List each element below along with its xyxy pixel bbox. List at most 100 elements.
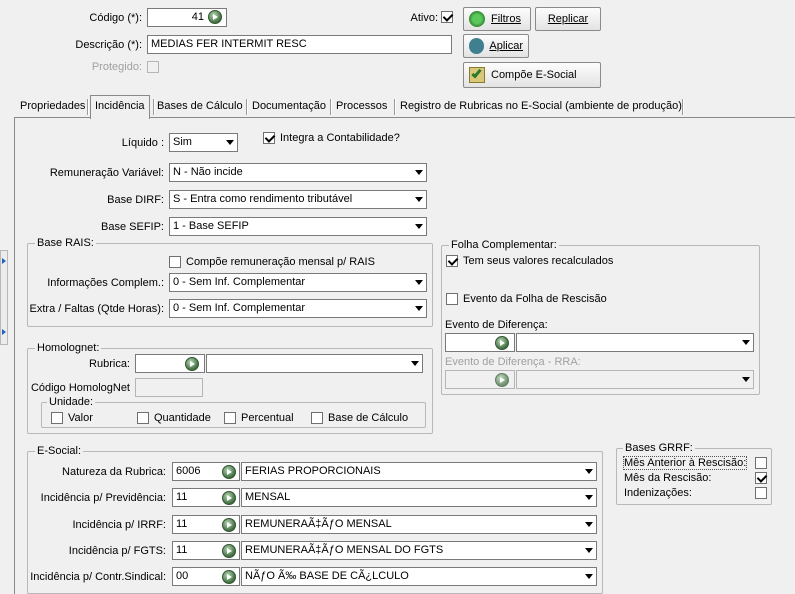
chevron-down-icon — [742, 377, 750, 382]
esocial-desc-select[interactable]: REMUNERAÃ‡ÃƒO MENSAL DO FGTS — [241, 541, 597, 560]
descricao-label: Descrição (*): — [75, 39, 142, 51]
evento-rescisao-label: Evento da Folha de Rescisão — [463, 293, 607, 305]
esocial-desc-value: FERIAS PROPORCIONAIS — [245, 465, 381, 477]
mes-anterior-checkbox[interactable] — [755, 457, 767, 469]
protegido-label: Protegido: — [91, 61, 142, 73]
base-rais-title: Base RAIS: — [35, 237, 96, 249]
ativo-label: Ativo: — [410, 12, 438, 24]
base-dirf-value: S - Entra como rendimento tributável — [173, 193, 353, 205]
esocial-row-label: Incidência p/ FGTS: — [68, 545, 166, 557]
indenizacoes-checkbox[interactable] — [755, 487, 767, 499]
extra-faltas-label: Extra / Faltas (Qtde Horas): — [29, 303, 164, 315]
compoe-remuneracao-checkbox[interactable] — [169, 256, 181, 268]
integra-contabilidade-checkbox[interactable] — [263, 132, 275, 144]
liquido-select[interactable]: Sim — [169, 133, 238, 152]
filtros-button[interactable]: Filtros — [463, 7, 531, 31]
valor-label: Valor — [68, 412, 93, 424]
evento-diferenca-rra-lookup-icon — [495, 373, 509, 387]
replicar-button[interactable]: Replicar — [535, 7, 601, 31]
mes-rescisao-checkbox[interactable] — [755, 472, 767, 484]
base-sefip-select[interactable]: 1 - Base SEFIP — [169, 217, 427, 236]
folha-complementar-title: Folha Complementar: — [449, 239, 559, 251]
codigo-homolognet-field — [135, 378, 203, 397]
ativo-checkbox[interactable] — [441, 11, 453, 23]
contr-sindical-lookup-icon[interactable] — [222, 570, 236, 584]
extra-faltas-select[interactable]: 0 - Sem Inf. Complementar — [169, 299, 427, 318]
esocial-title: E-Social: — [35, 445, 84, 457]
tab-incidencia[interactable]: Incidência — [90, 95, 150, 119]
tab-documentacao[interactable]: Documentação — [248, 96, 330, 118]
recalculados-checkbox[interactable] — [446, 255, 458, 267]
rubrica-select[interactable] — [206, 354, 423, 373]
liquido-value: Sim — [173, 136, 192, 148]
esocial-desc-select[interactable]: NÃƒO Ã‰ BASE DE CÃ¿LCULO — [241, 567, 597, 586]
recalculados-label: Tem seus valores recalculados — [463, 255, 614, 267]
chevron-down-icon — [742, 340, 750, 345]
evento-diferenca-select[interactable] — [516, 333, 754, 352]
codigo-label: Código (*): — [89, 12, 142, 24]
info-complem-select[interactable]: 0 - Sem Inf. Complementar — [169, 273, 427, 292]
esocial-desc-select[interactable]: FERIAS PROPORCIONAIS — [241, 462, 597, 481]
chevron-down-icon — [226, 140, 234, 145]
previdencia-lookup-icon[interactable] — [222, 491, 236, 505]
esocial-row-label: Incidência p/ IRRF: — [72, 519, 166, 531]
homolognet-title: Homolognet: — [35, 342, 102, 354]
splitter-arrow-icon — [2, 258, 6, 264]
base-calculo-checkbox[interactable] — [311, 412, 323, 424]
valor-checkbox[interactable] — [51, 412, 63, 424]
esocial-desc-value: REMUNERAÃ‡ÃƒO MENSAL DO FGTS — [245, 544, 444, 556]
filtros-icon — [469, 11, 485, 27]
chevron-down-icon — [585, 574, 593, 579]
evento-diferenca-rra-select — [516, 370, 754, 389]
chevron-down-icon — [415, 224, 423, 229]
evento-diferenca-rra-label: Evento de Diferença - RRA: — [445, 356, 581, 368]
remuneracao-variavel-select[interactable]: N - Não incide — [169, 163, 427, 182]
compoe-remuneracao-label: Compõe remuneração mensal p/ RAIS — [186, 256, 375, 268]
mes-rescisao-label: Mês da Rescisão: — [624, 472, 712, 484]
codigo-lookup-icon[interactable] — [208, 10, 222, 24]
base-dirf-select[interactable]: S - Entra como rendimento tributável — [169, 190, 427, 209]
fgts-lookup-icon[interactable] — [222, 544, 236, 558]
base-sefip-value: 1 - Base SEFIP — [173, 220, 249, 232]
chevron-down-icon — [585, 469, 593, 474]
esocial-desc-value: MENSAL — [245, 491, 291, 503]
rubrica-lookup-icon[interactable] — [185, 357, 199, 371]
percentual-label: Percentual — [241, 412, 294, 424]
protegido-checkbox — [147, 61, 159, 73]
evento-rescisao-checkbox[interactable] — [446, 293, 458, 305]
esocial-check-icon — [469, 67, 485, 83]
unidade-title: Unidade: — [47, 396, 96, 408]
tab-bases-calculo[interactable]: Bases de Cálculo — [153, 96, 247, 118]
tab-registro-rubricas[interactable]: Registro de Rubricas no E-Social (ambien… — [396, 96, 686, 118]
chevron-down-icon — [415, 197, 423, 202]
indenizacoes-label: Indenizações: — [624, 487, 692, 499]
irrf-lookup-icon[interactable] — [222, 518, 236, 532]
tab-propriedades[interactable]: Propriedades — [16, 96, 89, 118]
chevron-down-icon — [411, 361, 419, 366]
esocial-desc-select[interactable]: REMUNERAÃ‡ÃƒO MENSAL — [241, 515, 597, 534]
chevron-down-icon — [585, 548, 593, 553]
integra-contabilidade-label: Integra a Contabilidade? — [280, 132, 400, 144]
replicar-label: Replicar — [547, 13, 589, 25]
bases-grrf-title: Bases GRRF: — [623, 442, 695, 454]
esocial-desc-select[interactable]: MENSAL — [241, 488, 597, 507]
compoe-esocial-label: Compõe E-Social — [491, 69, 577, 81]
descricao-field[interactable]: MEDIAS FER INTERMIT RESC — [147, 35, 452, 54]
esocial-row-label: Natureza da Rubrica: — [62, 466, 166, 478]
info-complem-label: Informações Complem.: — [47, 277, 164, 289]
compoe-esocial-button[interactable]: Compõe E-Social — [463, 62, 601, 88]
esocial-row-label: Incidência p/ Previdência: — [40, 492, 166, 504]
esocial-desc-value: NÃƒO Ã‰ BASE DE CÃ¿LCULO — [245, 570, 409, 582]
quantidade-checkbox[interactable] — [137, 412, 149, 424]
remuneracao-variavel-value: N - Não incide — [173, 166, 243, 178]
base-calculo-label: Base de Cálculo — [328, 412, 409, 424]
tab-processos[interactable]: Processos — [332, 96, 391, 118]
rubrica-label: Rubrica: — [89, 358, 130, 370]
base-dirf-label: Base DIRF: — [107, 194, 164, 206]
aplicar-button[interactable]: Aplicar — [463, 34, 529, 58]
chevron-down-icon — [415, 170, 423, 175]
esocial-row-label: Incidência p/ Contr.Sindical: — [30, 571, 166, 583]
percentual-checkbox[interactable] — [224, 412, 236, 424]
evento-diferenca-lookup-icon[interactable] — [495, 336, 509, 350]
natureza-lookup-icon[interactable] — [222, 465, 236, 479]
